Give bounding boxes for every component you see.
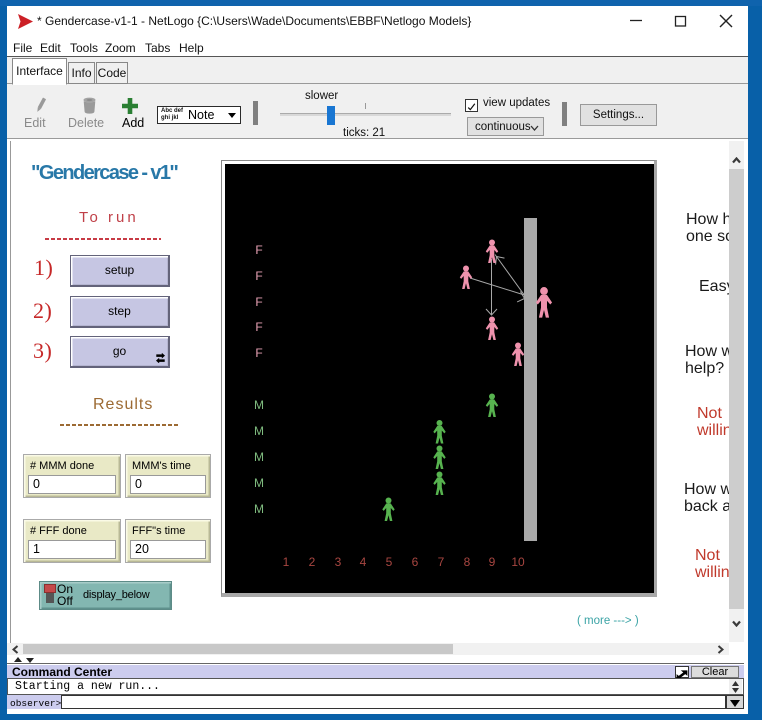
svg-text:5: 5 bbox=[386, 555, 393, 569]
svg-text:M: M bbox=[254, 398, 264, 412]
svg-text:M: M bbox=[254, 424, 264, 438]
svg-text:7: 7 bbox=[438, 555, 445, 569]
svg-text:F: F bbox=[255, 269, 262, 283]
svg-text:1: 1 bbox=[283, 555, 290, 569]
svg-text:M: M bbox=[254, 476, 264, 490]
svg-text:M: M bbox=[254, 502, 264, 516]
svg-text:4: 4 bbox=[360, 555, 367, 569]
svg-text:F: F bbox=[255, 243, 262, 257]
svg-text:F: F bbox=[255, 295, 262, 309]
svg-text:10: 10 bbox=[511, 555, 525, 569]
svg-text:3: 3 bbox=[335, 555, 342, 569]
svg-text:8: 8 bbox=[464, 555, 471, 569]
svg-text:F: F bbox=[255, 320, 262, 334]
svg-text:M: M bbox=[254, 450, 264, 464]
svg-text:6: 6 bbox=[412, 555, 419, 569]
svg-text:2: 2 bbox=[309, 555, 316, 569]
svg-text:F: F bbox=[255, 346, 262, 360]
svg-text:9: 9 bbox=[489, 555, 496, 569]
